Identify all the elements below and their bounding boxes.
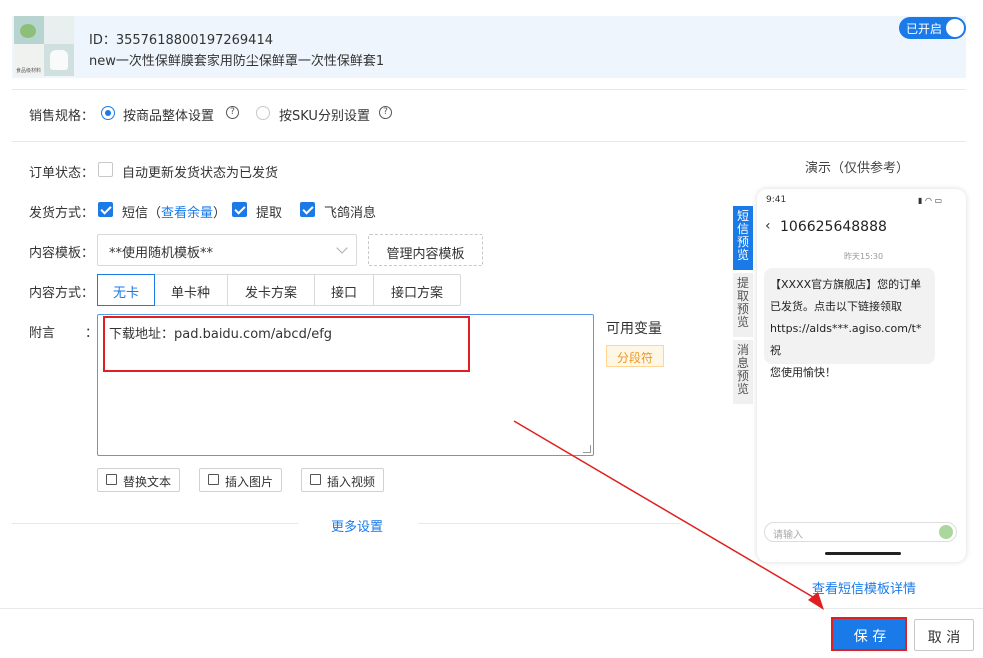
annotation-arrow [513, 420, 824, 610]
